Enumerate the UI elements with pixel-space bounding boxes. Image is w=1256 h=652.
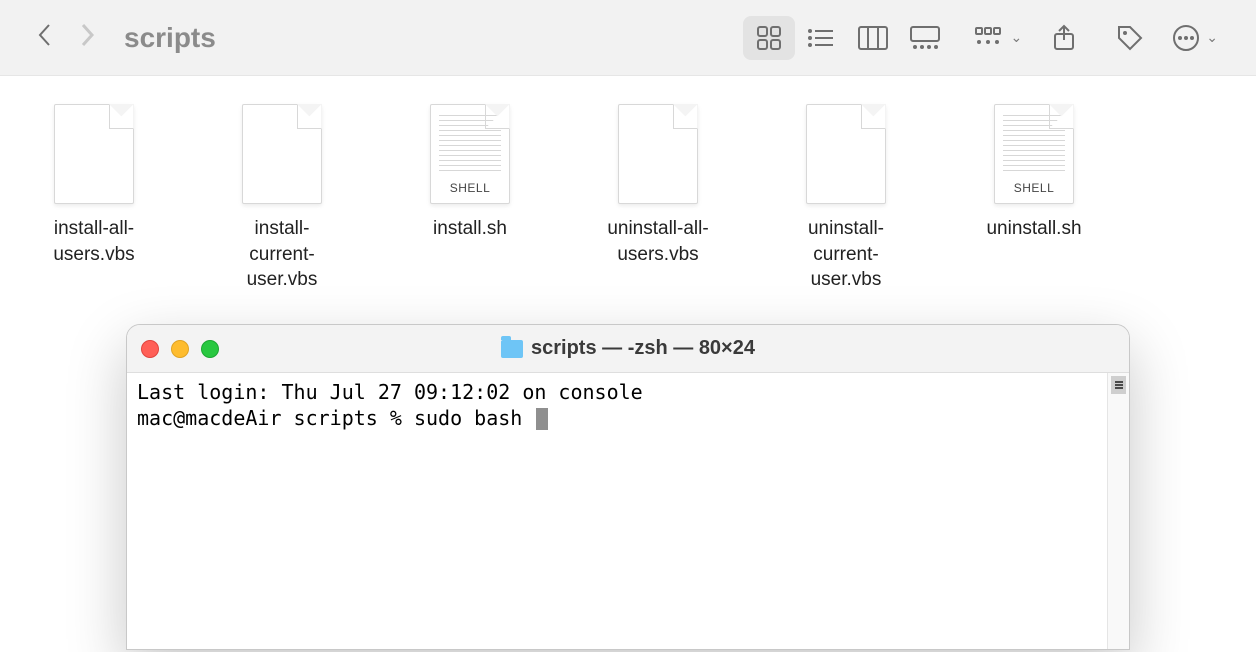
terminal-titlebar[interactable]: scripts — -zsh — 80×24: [127, 325, 1129, 373]
file-label: uninstall.sh: [974, 216, 1094, 242]
list-view-button[interactable]: [795, 16, 847, 60]
forward-button[interactable]: [78, 21, 96, 54]
file-icon: [806, 104, 886, 204]
scrollbar-thumb-icon[interactable]: [1111, 376, 1126, 394]
file-label: install-all-users.vbs: [34, 216, 154, 267]
chevron-down-icon: ⌄: [1011, 29, 1023, 46]
finder-toolbar: scripts: [0, 0, 1256, 76]
minimize-window-button[interactable]: [171, 340, 189, 358]
gallery-view-button[interactable]: [899, 16, 951, 60]
zoom-window-button[interactable]: [201, 340, 219, 358]
file-label: uninstall-current-user.vbs: [786, 216, 906, 293]
chevron-down-icon: ⌄: [1206, 29, 1218, 46]
file-icon: [618, 104, 698, 204]
icon-view-button[interactable]: [743, 16, 795, 60]
window-controls: [141, 340, 219, 358]
view-switcher: [743, 16, 951, 60]
file-label: uninstall-all-users.vbs: [598, 216, 718, 267]
shell-file-icon: [994, 104, 1074, 204]
close-window-button[interactable]: [141, 340, 159, 358]
terminal-prompt: mac@macdeAir scripts % sudo bash: [137, 406, 534, 430]
tags-button[interactable]: [1106, 16, 1154, 60]
terminal-body: Last login: Thu Jul 27 09:12:02 on conso…: [127, 373, 1129, 649]
file-icon: [242, 104, 322, 204]
column-view-button[interactable]: [847, 16, 899, 60]
actions-button[interactable]: ⌄: [1172, 24, 1218, 52]
folder-icon: [501, 340, 523, 358]
terminal-text[interactable]: Last login: Thu Jul 27 09:12:02 on conso…: [127, 373, 1107, 649]
back-button[interactable]: [36, 21, 54, 54]
file-label: install.sh: [410, 216, 530, 242]
terminal-scrollbar[interactable]: [1107, 373, 1129, 649]
terminal-window[interactable]: scripts — -zsh — 80×24 Last login: Thu J…: [126, 324, 1130, 650]
cursor-icon: [536, 408, 548, 430]
terminal-title: scripts — -zsh — 80×24: [127, 337, 1129, 360]
folder-title: scripts: [124, 22, 216, 54]
shell-file-icon: [430, 104, 510, 204]
file-icon: [54, 104, 134, 204]
terminal-title-text: scripts — -zsh — 80×24: [531, 337, 755, 360]
nav-arrows: [36, 21, 96, 54]
file-label: install-current-user.vbs: [222, 216, 342, 293]
group-by-button[interactable]: ⌄: [975, 27, 1023, 49]
terminal-line: Last login: Thu Jul 27 09:12:02 on conso…: [137, 380, 643, 404]
share-button[interactable]: [1040, 16, 1088, 60]
